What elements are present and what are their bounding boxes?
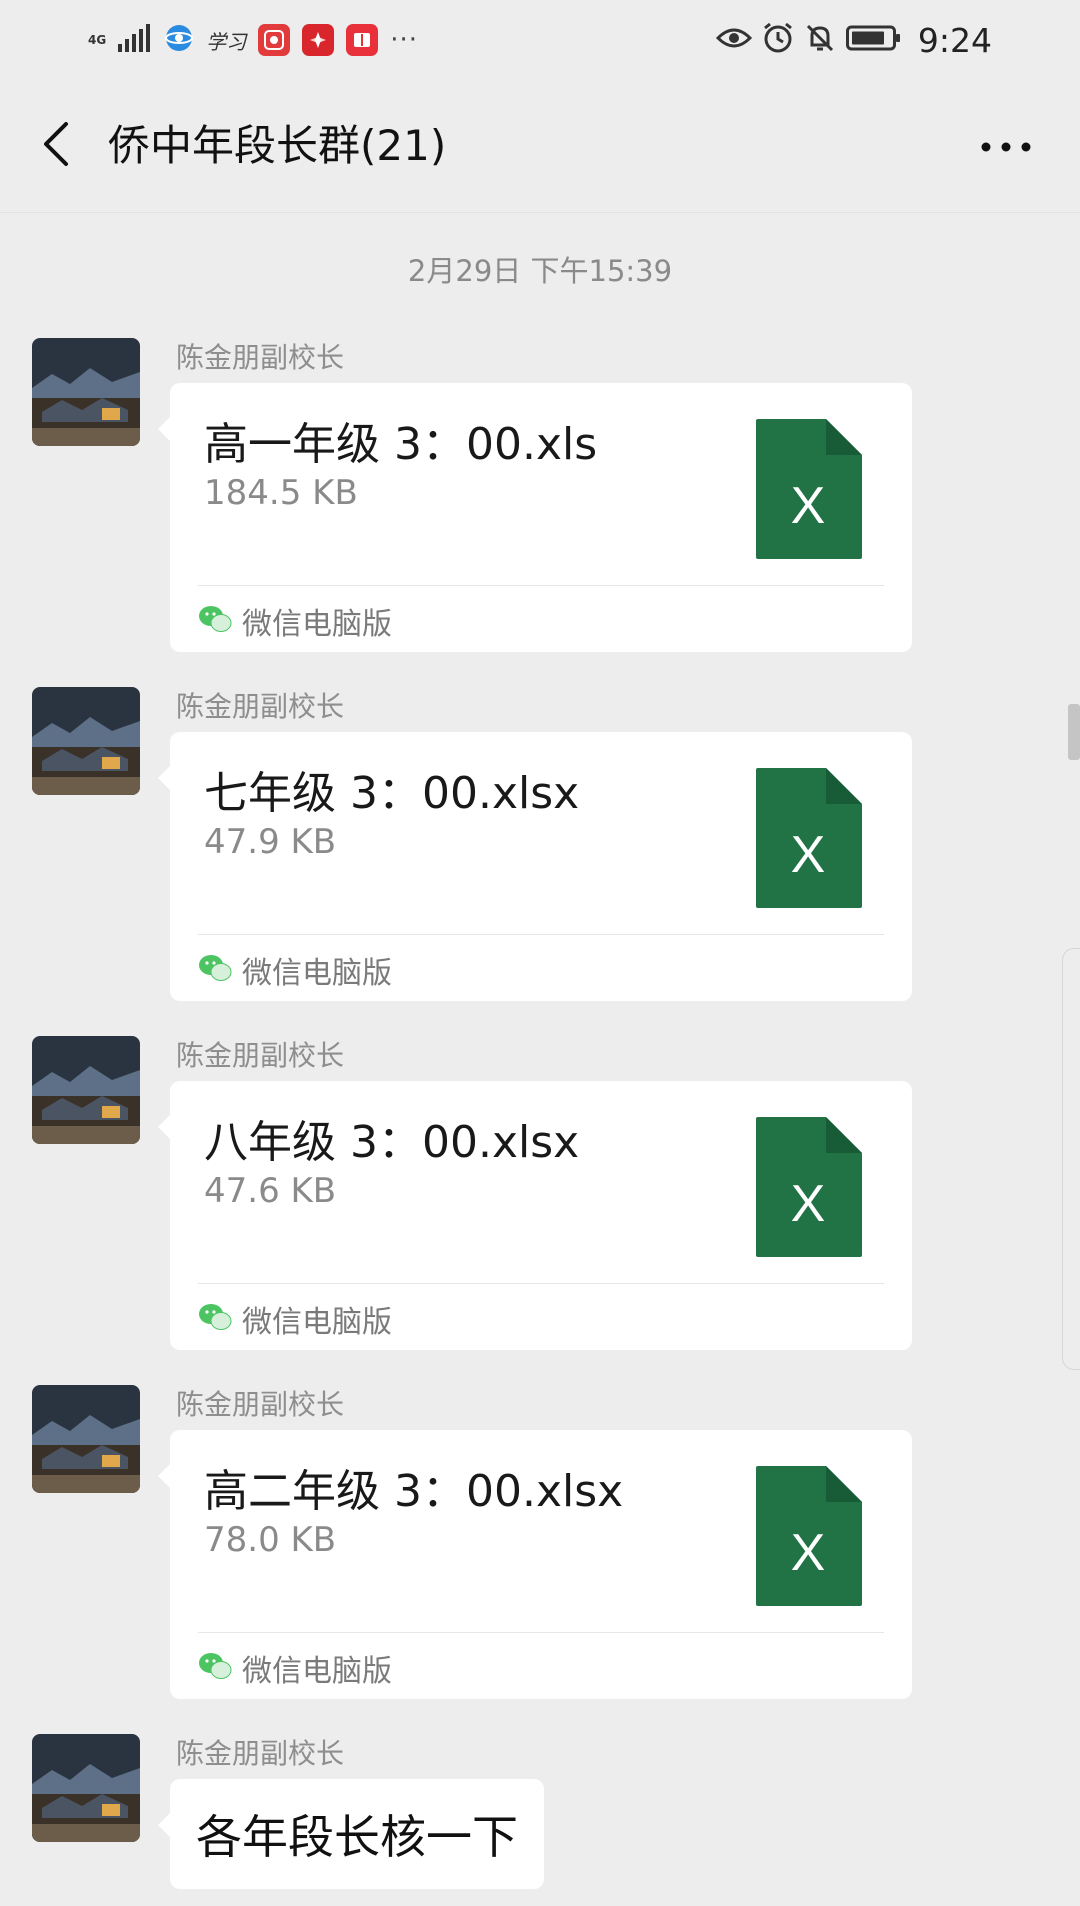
source-row: 微信电脑版	[198, 1648, 392, 1689]
status-left-group: 4G 学习 ···	[88, 18, 418, 62]
file-size: 47.6 KB	[204, 1171, 337, 1211]
alarm-icon	[762, 22, 794, 58]
more-notifications-icon: ···	[390, 25, 418, 55]
file-name: 高二年级 3：00.xlsx	[204, 1466, 624, 1517]
avatar[interactable]	[32, 687, 140, 795]
excel-file-icon: X	[756, 768, 862, 908]
more-dots-icon	[981, 137, 1031, 156]
excel-file-icon: X	[756, 419, 862, 559]
source-label: 微信电脑版	[242, 1654, 392, 1689]
file-name: 高一年级 3：00.xls	[204, 419, 598, 470]
file-size: 47.9 KB	[204, 822, 337, 862]
mute-icon	[804, 22, 836, 58]
bubble-tail	[158, 766, 170, 790]
source-label: 微信电脑版	[242, 1305, 392, 1340]
file-size: 184.5 KB	[204, 473, 358, 513]
signal-bars-icon	[118, 24, 152, 56]
file-card[interactable]: 八年级 3：00.xlsx 47.6 KB X 微信电脑版	[158, 1081, 912, 1350]
file-size: 78.0 KB	[204, 1520, 337, 1560]
dianping-icon	[258, 24, 291, 56]
chat-timestamp: 2月29日 下午15:39	[407, 254, 673, 288]
xuexi-icon: 学习	[206, 29, 247, 54]
huawei-icon	[302, 24, 335, 56]
bubble-tail	[158, 417, 170, 441]
scrollbar-thumb[interactable]	[1068, 704, 1080, 760]
wechat-icon	[198, 954, 232, 986]
network-type: 4G	[88, 32, 107, 47]
card-divider	[198, 1632, 884, 1633]
bubble-tail	[158, 1813, 170, 1837]
clock-time: 9:24	[917, 20, 992, 60]
back-button[interactable]	[26, 116, 86, 176]
wechat-icon	[198, 1652, 232, 1684]
message-text: 各年段长核一下	[196, 1810, 518, 1864]
source-row: 微信电脑版	[198, 1299, 392, 1340]
chat-screen: 4G 学习 ··· 9:24 侨中年段长群(21) 2月29日 下午15:39 …	[0, 0, 1080, 1906]
excel-icon-letter: X	[791, 826, 826, 884]
avatar[interactable]	[32, 338, 140, 446]
side-edge-panel[interactable]	[1062, 948, 1080, 1370]
source-label: 微信电脑版	[242, 956, 392, 991]
card-divider	[198, 1283, 884, 1284]
wechat-icon	[198, 1303, 232, 1335]
sender-name: 陈金朋副校长	[176, 1388, 345, 1421]
bubble-tail	[158, 1115, 170, 1139]
excel-file-icon: X	[756, 1466, 862, 1606]
avatar[interactable]	[32, 1036, 140, 1144]
status-bar: 4G 学习 ··· 9:24	[0, 0, 1080, 80]
avatar[interactable]	[32, 1385, 140, 1493]
browser-icon	[164, 23, 194, 57]
file-card[interactable]: 高二年级 3：00.xlsx 78.0 KB X 微信电脑版	[158, 1430, 912, 1699]
text-bubble[interactable]: 各年段长核一下	[158, 1779, 544, 1889]
sender-name: 陈金朋副校长	[176, 1737, 345, 1770]
sender-name: 陈金朋副校长	[176, 690, 345, 723]
source-row: 微信电脑版	[198, 950, 392, 991]
source-row: 微信电脑版	[198, 601, 392, 642]
battery-icon	[845, 24, 902, 56]
eye-icon	[715, 25, 753, 55]
wechat-icon	[198, 605, 232, 637]
file-name: 八年级 3：00.xlsx	[204, 1117, 580, 1168]
chat-title: 侨中年段长群(21)	[108, 121, 447, 170]
file-card[interactable]: 高一年级 3：00.xls 184.5 KB X 微信电脑版	[158, 383, 912, 652]
status-right-group: 9:24	[715, 18, 992, 62]
file-name: 七年级 3：00.xlsx	[204, 768, 580, 819]
reader-icon	[346, 24, 379, 56]
network-indicator: 4G	[88, 32, 107, 47]
chevron-left-icon	[40, 120, 72, 172]
card-divider	[198, 585, 884, 586]
sender-name: 陈金朋副校长	[176, 1039, 345, 1072]
excel-icon-letter: X	[791, 477, 826, 535]
card-divider	[198, 934, 884, 935]
avatar[interactable]	[32, 1734, 140, 1842]
excel-file-icon: X	[756, 1117, 862, 1257]
chat-more-button[interactable]	[966, 116, 1046, 176]
bubble-tail	[158, 1464, 170, 1488]
excel-icon-letter: X	[791, 1524, 826, 1582]
excel-icon-letter: X	[791, 1175, 826, 1233]
file-card[interactable]: 七年级 3：00.xlsx 47.9 KB X 微信电脑版	[158, 732, 912, 1001]
chat-header: 侨中年段长群(21)	[0, 80, 1080, 213]
sender-name: 陈金朋副校长	[176, 341, 345, 374]
source-label: 微信电脑版	[242, 607, 392, 642]
